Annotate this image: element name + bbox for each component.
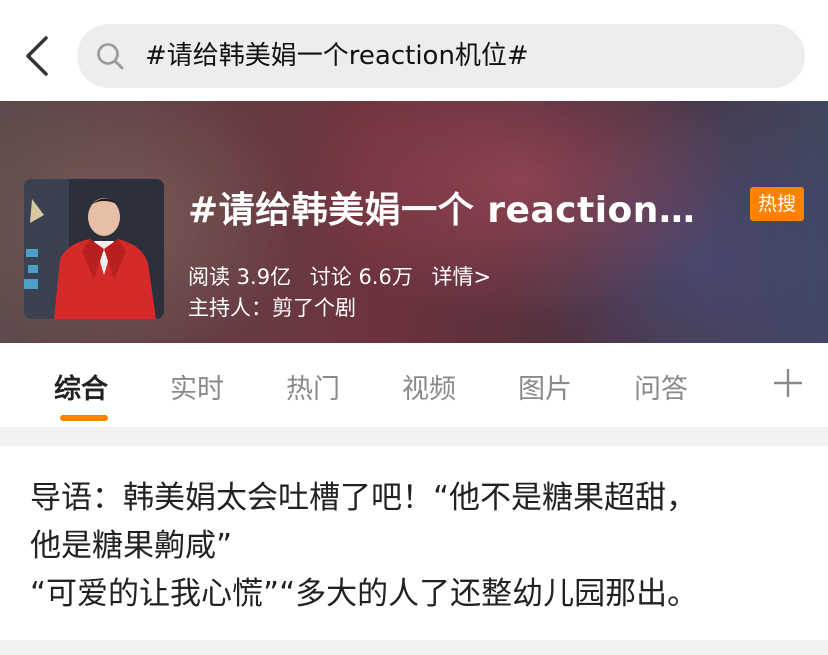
plus-icon[interactable] [770, 365, 806, 401]
tab-realtime[interactable]: 实时 [170, 367, 224, 406]
search-input[interactable]: #请给韩美娟一个reaction机位# [77, 24, 805, 88]
tab-hot[interactable]: 热门 [286, 367, 340, 406]
topic-intro: 导语：韩美娟太会吐槽了吧！“他不是糖果超甜， 他是糖果齁咸” “可爱的让我心慌”… [30, 474, 810, 618]
bottom-divider [0, 640, 828, 655]
topic-stats: 阅读 3.9亿 讨论 6.6万 详情> [188, 261, 503, 291]
details-link[interactable]: 详情> [432, 265, 492, 289]
intro-line: 导语：韩美娟太会吐槽了吧！“他不是糖果超甜， [30, 480, 698, 516]
intro-line: 他是糖果齁咸” [30, 528, 233, 564]
read-count: 阅读 3.9亿 [188, 265, 292, 289]
discussion-count: 讨论 6.6万 [309, 265, 413, 289]
tab-images[interactable]: 图片 [518, 367, 572, 406]
hot-search-badge: 热搜 [750, 187, 804, 221]
topic-host: 主持人：剪了个剧 [188, 296, 356, 320]
topic-title: #请给韩美娟一个 reaction… [188, 190, 696, 231]
section-divider [0, 427, 828, 446]
topic-banner: #请给韩美娟一个 reaction… 热搜 阅读 3.9亿 讨论 6.6万 详情… [0, 101, 828, 343]
active-tab-indicator [60, 415, 108, 421]
search-query: #请给韩美娟一个reaction机位# [145, 41, 529, 71]
back-arrow-icon [26, 36, 48, 76]
search-icon [97, 43, 124, 70]
topic-thumbnail-image [24, 179, 164, 319]
tab-video[interactable]: 视频 [402, 367, 456, 406]
intro-line: “可爱的让我心慌”“多大的人了还整幼儿园那出。 [30, 576, 699, 612]
topic-thumbnail[interactable] [24, 179, 164, 319]
back-button[interactable] [18, 34, 58, 78]
tab-comprehensive[interactable]: 综合 [54, 367, 108, 406]
tab-bar: 综合 实时 热门 视频 图片 问答 [0, 343, 828, 427]
tab-qa[interactable]: 问答 [634, 367, 688, 406]
search-header: #请给韩美娟一个reaction机位# [0, 0, 828, 101]
